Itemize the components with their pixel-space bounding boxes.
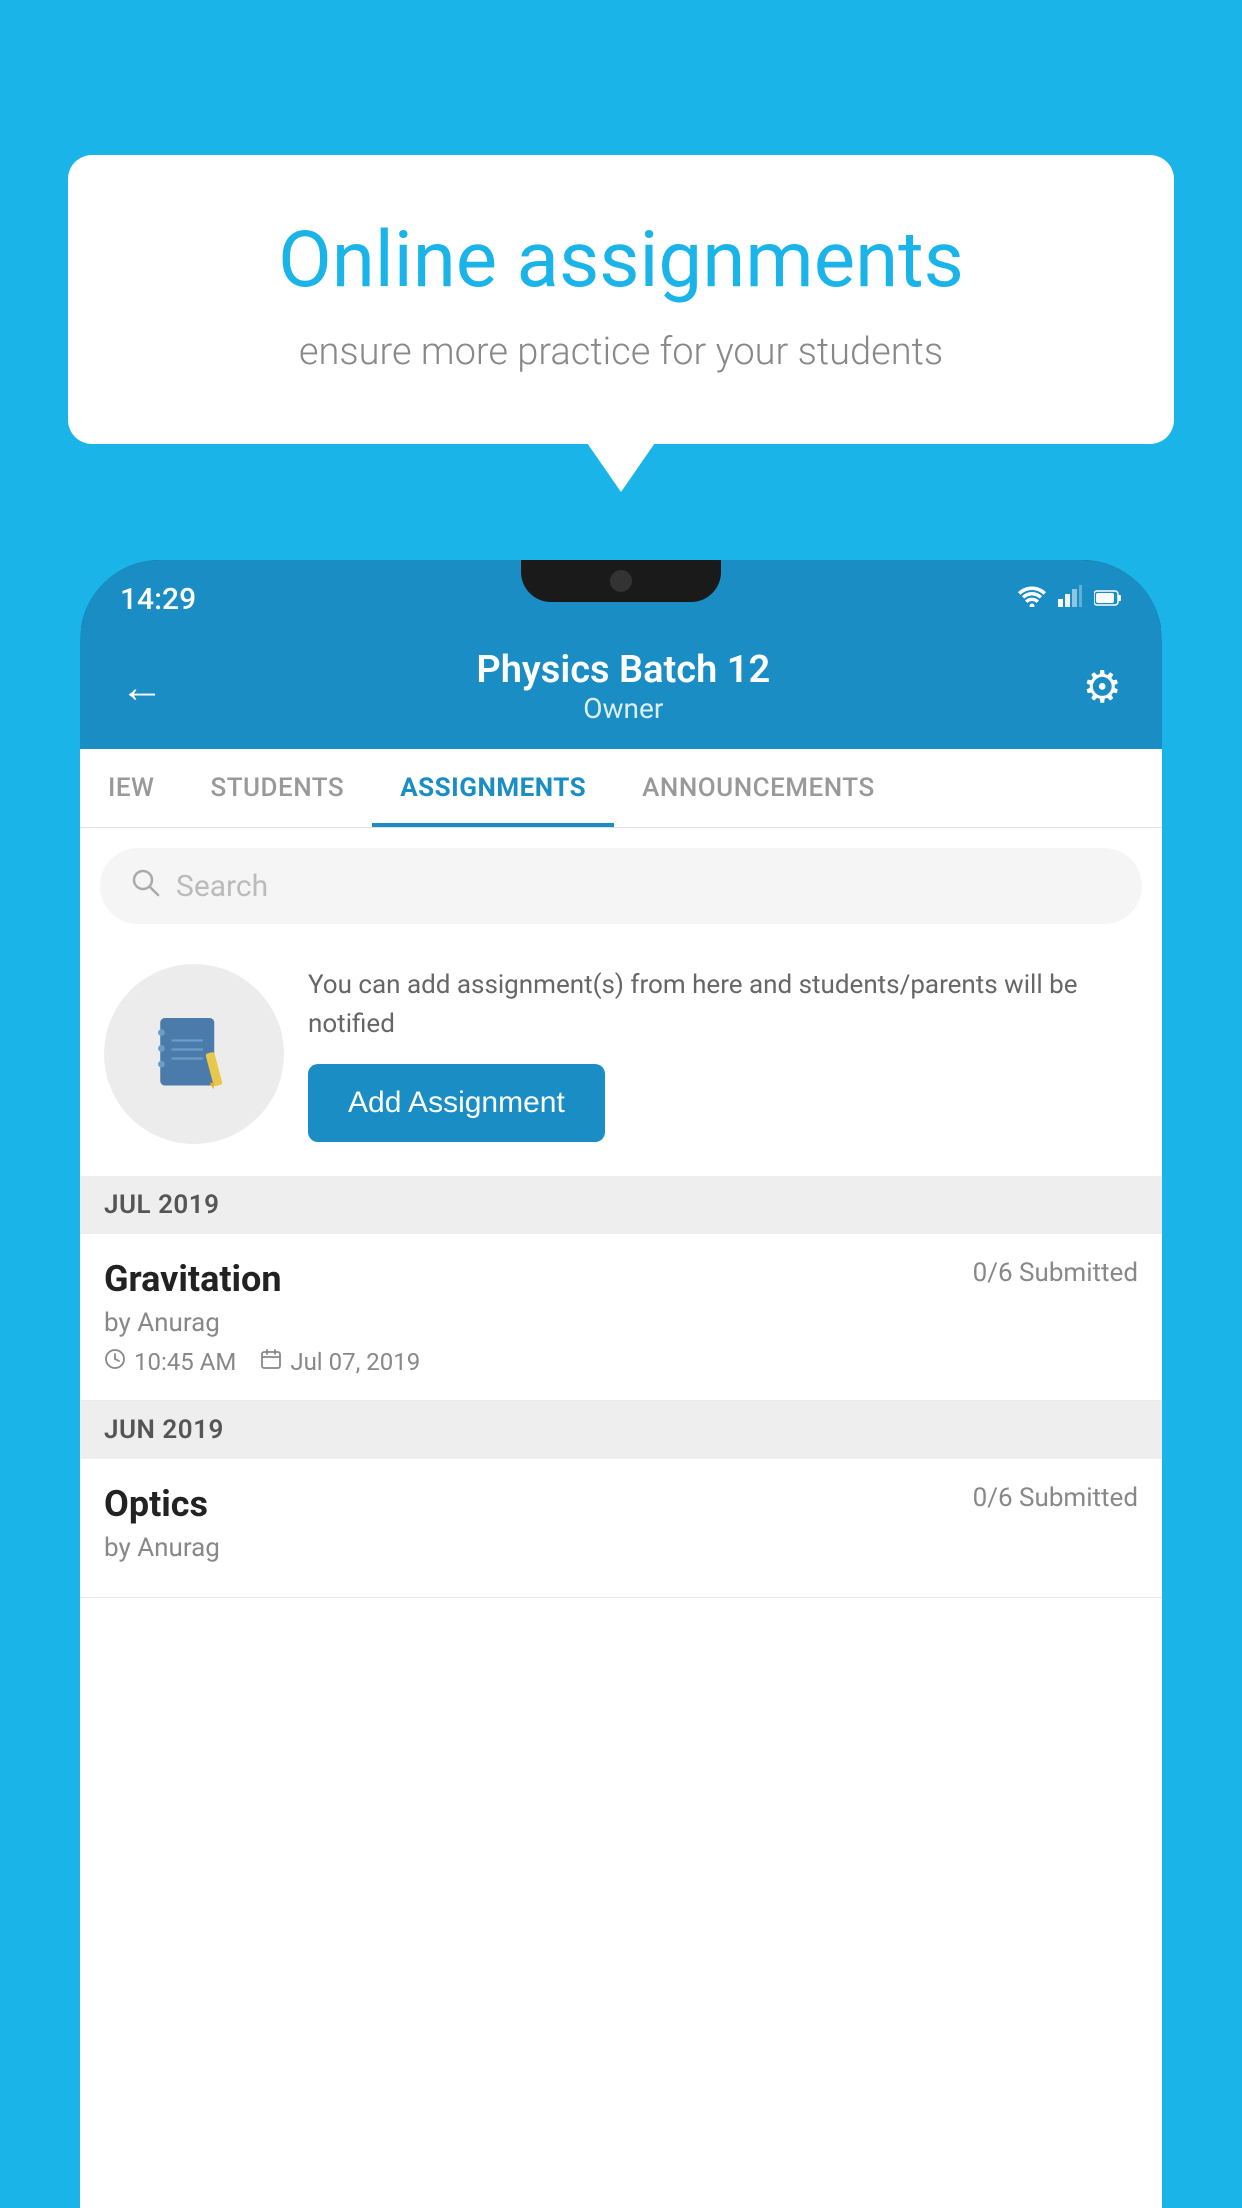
notebook-icon-wrap <box>104 964 284 1144</box>
speech-bubble-title: Online assignments <box>148 215 1094 306</box>
speech-bubble-container: Online assignments ensure more practice … <box>68 155 1174 444</box>
tab-assignments[interactable]: ASSIGNMENTS <box>372 749 614 827</box>
assignment-time-value: 10:45 AM <box>134 1348 236 1376</box>
assignment-time: 10:45 AM <box>104 1348 236 1376</box>
clock-icon <box>104 1348 126 1376</box>
back-button[interactable]: ← <box>120 661 164 713</box>
batch-role: Owner <box>476 692 770 725</box>
app-content: ← Physics Batch 12 Owner ⚙ IEW STUDENTS … <box>80 628 1162 2208</box>
assignment-date-value: Jul 07, 2019 <box>290 1348 420 1376</box>
calendar-icon <box>260 1348 282 1376</box>
scroll-content[interactable]: Search <box>80 828 1162 2208</box>
assignment-item-optics[interactable]: Optics 0/6 Submitted by Anurag <box>80 1459 1162 1598</box>
battery-icon <box>1094 585 1122 613</box>
assignment-row-header: Gravitation 0/6 Submitted <box>104 1258 1138 1300</box>
speech-bubble: Online assignments ensure more practice … <box>68 155 1174 444</box>
submitted-count: 0/6 Submitted <box>973 1258 1138 1288</box>
info-text-wrap: You can add assignment(s) from here and … <box>308 966 1138 1142</box>
search-bar[interactable]: Search <box>100 848 1142 924</box>
notebook-icon <box>149 1009 239 1099</box>
header-title: Physics Batch 12 Owner <box>476 648 770 725</box>
speech-bubble-subtitle: ensure more practice for your students <box>148 330 1094 374</box>
assignment-row-header-optics: Optics 0/6 Submitted <box>104 1483 1138 1525</box>
submitted-count-optics: 0/6 Submitted <box>973 1483 1138 1513</box>
assignment-author: by Anurag <box>104 1308 1138 1338</box>
phone-frame: 14:29 <box>80 560 1162 2208</box>
assignment-title: Gravitation <box>104 1258 282 1300</box>
add-assignment-button[interactable]: Add Assignment <box>308 1064 605 1142</box>
info-section: You can add assignment(s) from here and … <box>80 940 1162 1176</box>
assignment-title-optics: Optics <box>104 1483 208 1525</box>
phone-notch <box>521 560 721 602</box>
app-header: ← Physics Batch 12 Owner ⚙ <box>80 628 1162 749</box>
status-icons <box>1018 585 1122 613</box>
assignment-author-optics: by Anurag <box>104 1533 1138 1563</box>
batch-name: Physics Batch 12 <box>476 648 770 692</box>
info-description: You can add assignment(s) from here and … <box>308 966 1138 1044</box>
assignment-meta: 10:45 AM Jul 07, 2019 <box>104 1348 1138 1376</box>
tab-announcements[interactable]: ANNOUNCEMENTS <box>614 749 903 827</box>
wifi-icon <box>1018 585 1046 613</box>
assignment-date: Jul 07, 2019 <box>260 1348 420 1376</box>
section-header-jun: JUN 2019 <box>80 1401 1162 1459</box>
section-header-jul: JUL 2019 <box>80 1176 1162 1234</box>
search-icon <box>130 866 160 906</box>
front-camera <box>610 570 632 592</box>
tabs-bar: IEW STUDENTS ASSIGNMENTS ANNOUNCEMENTS <box>80 749 1162 828</box>
settings-icon[interactable]: ⚙ <box>1083 661 1122 713</box>
signal-icon <box>1058 585 1082 613</box>
tab-iew[interactable]: IEW <box>80 749 182 827</box>
tab-students[interactable]: STUDENTS <box>182 749 372 827</box>
assignment-item-gravitation[interactable]: Gravitation 0/6 Submitted by Anurag <box>80 1234 1162 1401</box>
status-time: 14:29 <box>120 582 196 617</box>
search-placeholder: Search <box>176 869 268 904</box>
